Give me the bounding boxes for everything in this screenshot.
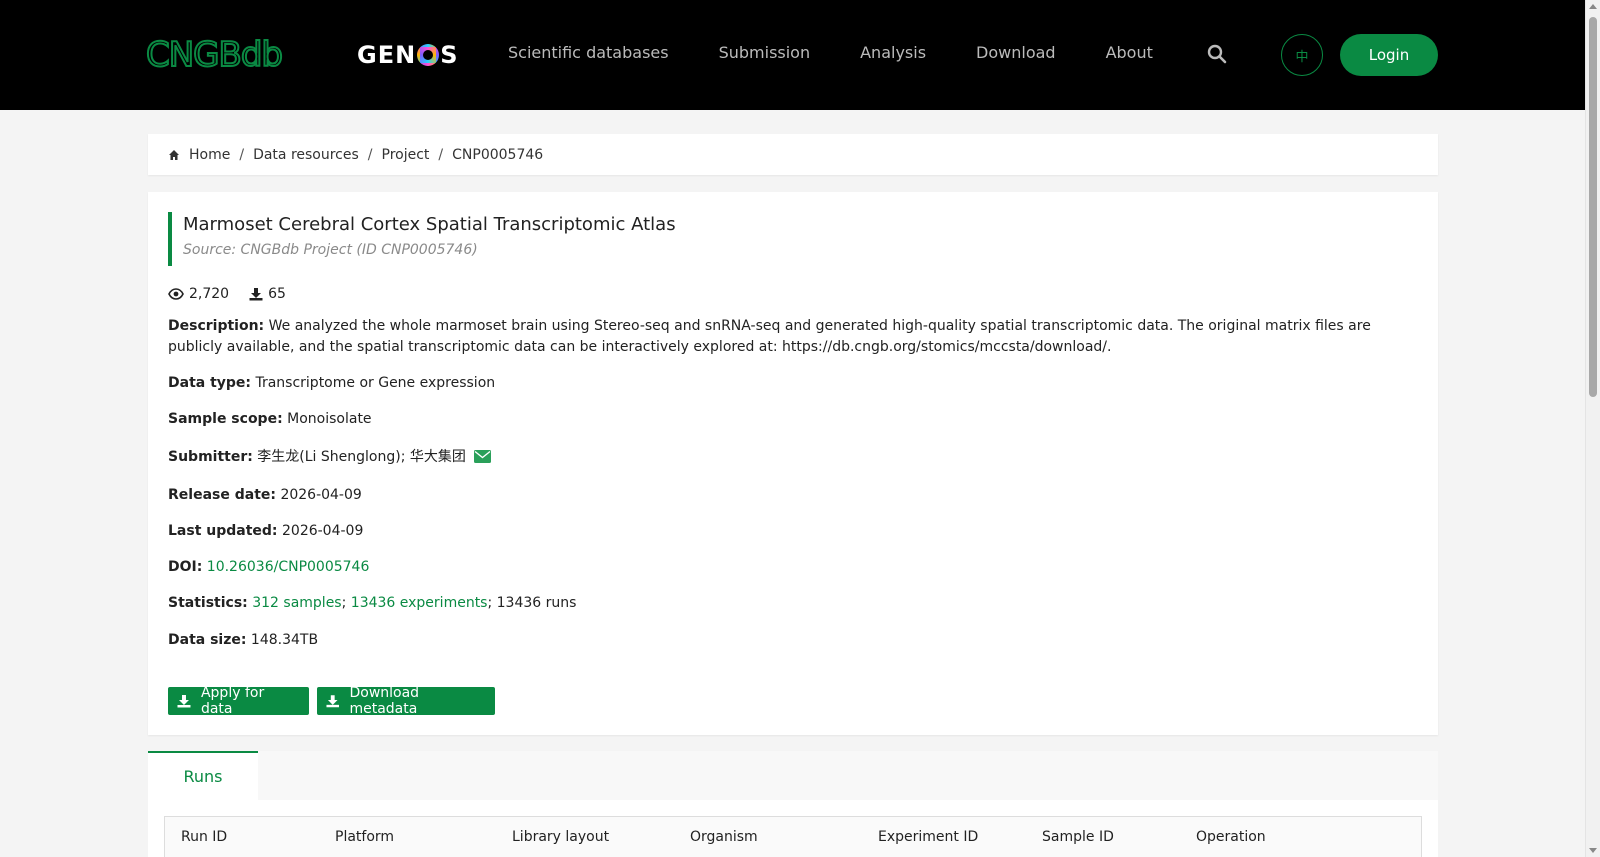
scrollbar-thumb[interactable] <box>1589 17 1597 397</box>
description-text: We analyzed the whole marmoset brain usi… <box>168 318 1371 355</box>
project-detail-card: Marmoset Cerebral Cortex Spatial Transcr… <box>148 192 1438 735</box>
tab-runs[interactable]: Runs <box>148 751 258 800</box>
download-metadata-button[interactable]: Download metadata <box>317 685 495 717</box>
breadcrumb-current: CNP0005746 <box>452 146 544 163</box>
apply-for-data-button[interactable]: Apply for data <box>168 685 309 717</box>
submitter-field: Submitter: 李生龙(Li Shenglong); 华大集团 <box>168 447 1418 468</box>
nav-download[interactable]: Download <box>976 43 1056 62</box>
runs-count: ; 13436 runs <box>487 595 577 611</box>
genos-logo[interactable]: GEN S <box>357 38 458 72</box>
doi-label: DOI: <box>168 559 203 575</box>
download-metadata-label: Download metadata <box>349 685 420 717</box>
nav-submission[interactable]: Submission <box>719 43 811 62</box>
data-type-label: Data type: <box>168 375 252 391</box>
breadcrumb-separator: / <box>438 146 444 163</box>
cngbdb-logo[interactable]: CNGBdb <box>146 36 306 72</box>
release-date-field: Release date: 2026-04-09 <box>168 485 1418 506</box>
samples-link[interactable]: 312 samples <box>252 595 341 611</box>
column-header-organism[interactable]: Organism <box>690 829 758 845</box>
page-scrollbar[interactable] <box>1585 0 1600 857</box>
release-date-label: Release date: <box>168 487 276 503</box>
genos-logo-ring-icon <box>417 44 440 66</box>
view-count: 2,720 <box>189 286 230 302</box>
nav-about[interactable]: About <box>1106 43 1153 62</box>
tabs-bar: Runs <box>148 751 1438 800</box>
description-label: Description: <box>168 318 265 334</box>
apply-for-data-label: Apply for data <box>200 685 265 717</box>
nav-scientific-databases[interactable]: Scientific databases <box>508 43 669 62</box>
last-updated-field: Last updated: 2026-04-09 <box>168 521 1418 542</box>
doi-field: DOI: 10.26036/CNP0005746 <box>168 557 1418 578</box>
data-type-value: Transcriptome or Gene expression <box>255 375 496 391</box>
data-size-label: Data size: <box>168 632 247 648</box>
genos-logo-text: GEN <box>357 41 417 69</box>
download-icon <box>177 695 191 708</box>
sample-scope-field: Sample scope: Monoisolate <box>168 409 1418 430</box>
top-navbar: CNGBdb GEN S Scientific databases Submiss… <box>0 0 1585 110</box>
main-nav: Scientific databases Submission Analysis… <box>508 43 1203 62</box>
breadcrumb: Home / Data resources / Project / CNP000… <box>148 134 1438 175</box>
page-title: Marmoset Cerebral Cortex Spatial Transcr… <box>183 214 676 235</box>
sample-scope-label: Sample scope: <box>168 411 283 427</box>
login-button[interactable]: Login <box>1340 34 1438 76</box>
home-icon <box>169 149 179 160</box>
last-updated-value: 2026-04-09 <box>282 523 364 539</box>
submitter-value: 李生龙(Li Shenglong); 华大集团 <box>257 449 466 465</box>
statistics-field: Statistics: 312 samples; 13436 experimen… <box>168 593 1418 614</box>
breadcrumb-home[interactable]: Home <box>189 147 230 163</box>
table-header: Run ID Platform Library layout Organism … <box>164 816 1422 857</box>
column-header-experiment-id[interactable]: Experiment ID <box>878 829 978 845</box>
svg-text:CNGBdb: CNGBdb <box>146 36 282 72</box>
genos-logo-text-end: S <box>440 41 459 69</box>
release-date-value: 2026-04-09 <box>280 487 362 503</box>
data-size-field: Data size: 148.34TB <box>168 630 1418 651</box>
data-type-field: Data type: Transcriptome or Gene express… <box>168 373 1418 394</box>
eye-icon <box>168 288 184 300</box>
scroll-down-arrow-icon[interactable] <box>1589 848 1597 853</box>
download-count-icon <box>249 288 263 301</box>
project-source: Source: CNGBdb Project (ID CNP0005746) <box>183 242 478 258</box>
breadcrumb-project[interactable]: Project <box>382 147 430 163</box>
statistics-separator: ; <box>341 595 351 611</box>
breadcrumb-separator: / <box>367 146 373 163</box>
language-toggle-button[interactable]: 中 <box>1281 34 1323 76</box>
download-count: 65 <box>268 286 286 302</box>
breadcrumb-separator: / <box>239 146 245 163</box>
column-header-operation[interactable]: Operation <box>1196 829 1266 845</box>
column-header-run-id[interactable]: Run ID <box>181 829 227 845</box>
search-icon[interactable] <box>1207 44 1227 64</box>
download-icon <box>326 695 339 708</box>
nav-analysis[interactable]: Analysis <box>860 43 926 62</box>
experiments-link[interactable]: 13436 experiments <box>351 595 488 611</box>
project-title-block: Marmoset Cerebral Cortex Spatial Transcr… <box>168 212 676 266</box>
submitter-label: Submitter: <box>168 449 253 465</box>
data-size-value: 148.34TB <box>250 632 319 648</box>
column-header-platform[interactable]: Platform <box>335 829 394 845</box>
column-header-library-layout[interactable]: Library layout <box>512 829 609 845</box>
statistics-label: Statistics: <box>168 595 248 611</box>
doi-link[interactable]: 10.26036/CNP0005746 <box>207 559 370 575</box>
last-updated-label: Last updated: <box>168 523 278 539</box>
breadcrumb-data-resources[interactable]: Data resources <box>253 147 359 163</box>
envelope-icon[interactable] <box>474 450 492 463</box>
scroll-up-arrow-icon[interactable] <box>1589 4 1597 9</box>
runs-table: Run ID Platform Library layout Organism … <box>148 800 1438 857</box>
column-header-sample-id[interactable]: Sample ID <box>1042 829 1114 845</box>
description-field: Description: We analyzed the whole marmo… <box>168 316 1418 358</box>
sample-scope-value: Monoisolate <box>287 411 372 427</box>
view-download-counts: 2,720 65 <box>168 286 286 302</box>
